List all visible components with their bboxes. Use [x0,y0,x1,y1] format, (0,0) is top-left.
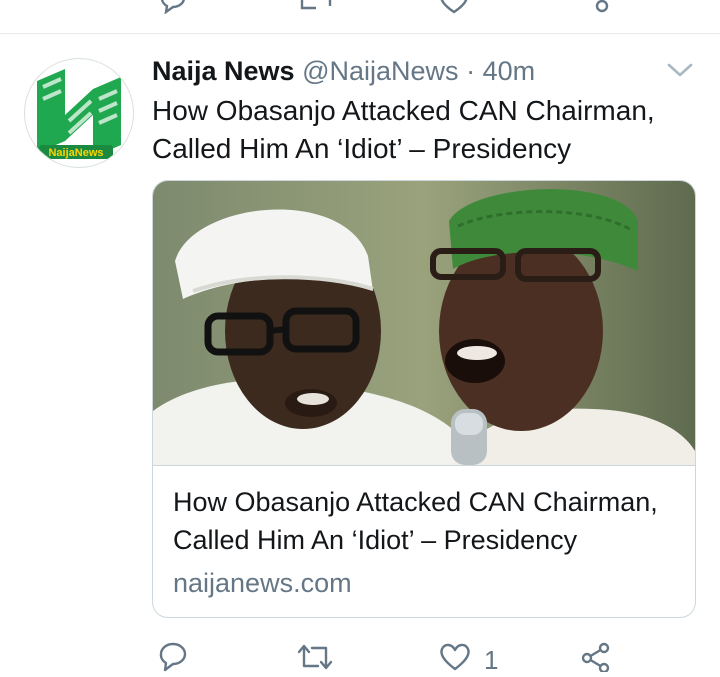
tweet-text: How Obasanjo Attacked CAN Chairman, Call… [152,95,655,164]
reply-icon [156,642,188,677]
retweet-icon [296,642,334,677]
avatar[interactable]: NaijaNews [24,58,134,168]
previous-tweet-actions [0,0,720,14]
reply-button[interactable] [156,642,200,677]
like-button[interactable]: 1 [438,642,498,677]
retweet-button[interactable] [296,642,346,677]
retweet-icon[interactable] [298,0,334,14]
card-domain: naijanews.com [173,568,352,598]
like-icon[interactable] [438,0,470,14]
author-name[interactable]: Naija News [152,56,295,86]
share-icon [580,642,612,677]
like-count: 1 [484,644,499,675]
card-image[interactable] [153,181,695,466]
author-handle[interactable]: @NaijaNews [302,56,458,86]
share-button[interactable] [580,642,612,677]
share-icon[interactable] [590,0,614,14]
tweet-divider [0,33,720,34]
separator-dot: · [466,56,476,86]
link-preview-card[interactable]: How Obasanjo Attacked CAN Chairman, Call… [152,180,696,618]
like-icon [438,642,472,677]
tweet-actions: 1 [0,636,720,676]
avatar-logo-text: NaijaNews [48,147,103,159]
tweet-header: Naija News @NaijaNews · 40m [152,54,535,88]
card-title[interactable]: How Obasanjo Attacked CAN Chairman, Call… [173,483,673,559]
naija-news-logo: NaijaNews [27,61,131,165]
timestamp[interactable]: 40m [483,56,536,86]
chevron-down-icon[interactable] [666,60,694,80]
reply-icon[interactable] [158,0,188,14]
